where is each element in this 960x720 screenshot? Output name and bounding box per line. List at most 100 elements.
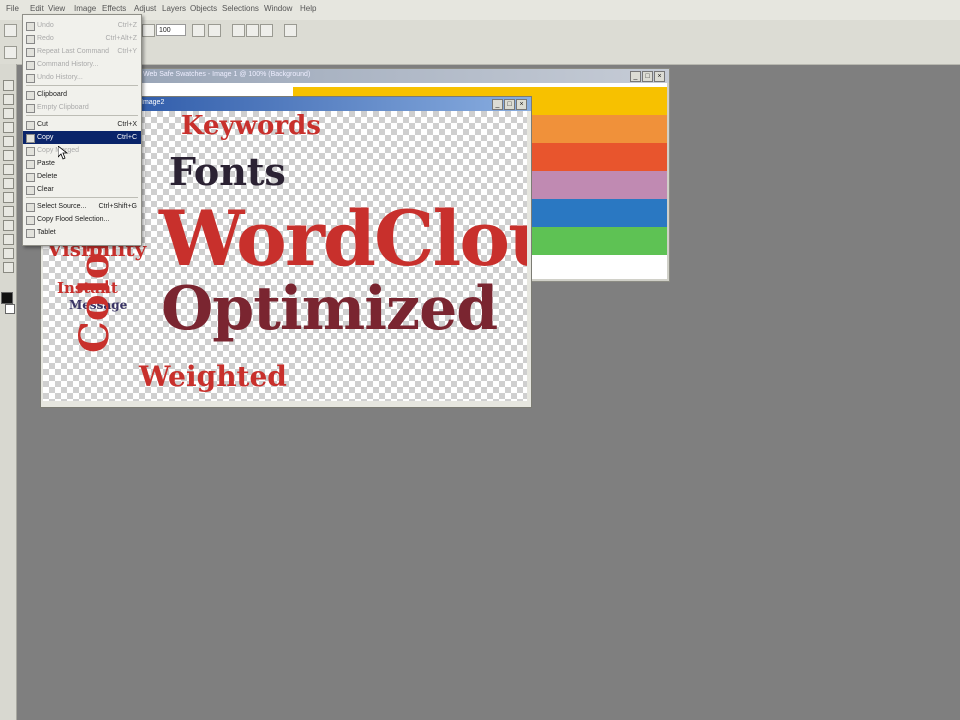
script-icon[interactable] — [284, 24, 297, 37]
menu-item-undo[interactable]: Undo Ctrl+Z — [23, 19, 141, 32]
menu-item-label: Redo — [37, 35, 54, 42]
toolbar: 100 — [0, 20, 960, 65]
menu-file[interactable]: File — [6, 4, 19, 13]
menu-item-clear[interactable]: Clear — [23, 183, 141, 196]
menu-item-delete[interactable]: Delete — [23, 170, 141, 183]
menu-item-shortcut: Ctrl+X — [117, 121, 137, 128]
menu-item-copy[interactable]: Copy Ctrl+C — [23, 131, 141, 144]
menu-item-redo[interactable]: Redo Ctrl+Alt+Z — [23, 32, 141, 45]
grid-icon[interactable] — [232, 24, 245, 37]
menu-item-icon — [26, 147, 35, 156]
new-icon[interactable] — [4, 24, 17, 37]
menu-item-icon — [26, 134, 35, 143]
menu-item-label: Empty Clipboard — [37, 104, 89, 111]
menu-separator — [26, 197, 138, 198]
close-icon[interactable]: × — [516, 99, 527, 110]
tools-palette — [0, 64, 17, 720]
snap-icon[interactable] — [260, 24, 273, 37]
menu-separator — [26, 115, 138, 116]
menu-item-copy-flood-selection[interactable]: Copy Flood Selection... — [23, 213, 141, 226]
word-optimized: Optimized — [161, 274, 498, 344]
menu-item-icon — [26, 74, 35, 83]
menu-edit[interactable]: Edit — [30, 4, 44, 13]
menu-adjust[interactable]: Adjust — [134, 4, 156, 13]
menu-item-label: Tablet — [37, 229, 56, 236]
menu-item-label: Paste — [37, 160, 55, 167]
menu-item-icon — [26, 229, 35, 238]
menu-item-icon — [26, 216, 35, 225]
menu-window[interactable]: Window — [264, 4, 292, 13]
word-wordcloud: WordCloud — [159, 194, 527, 283]
airbrush-tool-icon[interactable] — [3, 262, 14, 273]
zoom-field[interactable]: 100 — [156, 24, 186, 36]
text-tool-icon[interactable] — [3, 206, 14, 217]
picture-tube-icon[interactable] — [3, 248, 14, 259]
window-title: Image2 — [141, 99, 165, 106]
background-color-swatch[interactable] — [5, 304, 15, 314]
menu-item-label: Select Source... — [37, 203, 87, 210]
menu-item-undo-history[interactable]: Undo History... — [23, 71, 141, 84]
menu-item-copy-merged[interactable]: Copy Merged — [23, 144, 141, 157]
menu-item-shortcut: Ctrl+Shift+G — [98, 203, 137, 210]
maximize-icon[interactable]: □ — [504, 99, 515, 110]
menu-item-shortcut: Ctrl+Z — [117, 22, 137, 29]
clone-tool-icon[interactable] — [3, 164, 14, 175]
fill-tool-icon[interactable] — [3, 192, 14, 203]
menu-item-empty-clipboard[interactable]: Empty Clipboard — [23, 101, 141, 114]
menu-item-label: Copy Flood Selection... — [37, 216, 110, 223]
window-titlebar[interactable]: Web Safe Swatches - Image 1 @ 100% (Back… — [137, 69, 669, 83]
menu-item-label: Command History... — [37, 61, 99, 68]
paintbrush-tool-icon[interactable] — [3, 150, 14, 161]
menu-item-select-source[interactable]: Select Source... Ctrl+Shift+G — [23, 200, 141, 213]
menu-separator — [26, 85, 138, 86]
menu-item-icon — [26, 35, 35, 44]
zoom-tool-icon[interactable] — [3, 94, 14, 105]
maximize-icon[interactable]: □ — [642, 71, 653, 82]
menu-item-icon — [26, 22, 35, 31]
minimize-icon[interactable]: _ — [630, 71, 641, 82]
deform-tool-icon[interactable] — [3, 108, 14, 119]
minimize-icon[interactable]: _ — [492, 99, 503, 110]
shape-tool-icon[interactable] — [3, 220, 14, 231]
menu-item-label: Clear — [37, 186, 54, 193]
menu-item-icon — [26, 48, 35, 57]
menu-item-label: Clipboard — [37, 91, 67, 98]
selection-tool-icon[interactable] — [3, 122, 14, 133]
pan-tool-icon[interactable] — [3, 80, 14, 91]
menu-bar: File Edit View Image Effects Adjust Laye… — [0, 0, 960, 21]
draw-tool-icon[interactable] — [3, 234, 14, 245]
guides-icon[interactable] — [246, 24, 259, 37]
menu-item-icon — [26, 186, 35, 195]
menu-item-tablet[interactable]: Tablet — [23, 226, 141, 239]
menu-selections[interactable]: Selections — [222, 4, 259, 13]
word-weighted: Weighted — [139, 360, 287, 393]
menu-effects[interactable]: Effects — [102, 4, 126, 13]
foreground-color-swatch[interactable] — [1, 292, 13, 304]
zoom-out-icon[interactable] — [208, 24, 221, 37]
resize-icon[interactable] — [142, 24, 155, 37]
menu-item-label: Repeat Last Command — [37, 48, 109, 55]
menu-item-icon — [26, 121, 35, 130]
menu-item-label: Cut — [37, 121, 48, 128]
menu-item-icon — [26, 173, 35, 182]
menu-item-shortcut: Ctrl+Alt+Z — [105, 35, 137, 42]
menu-item-clipboard[interactable]: Clipboard — [23, 88, 141, 101]
menu-item-cut[interactable]: Cut Ctrl+X — [23, 118, 141, 131]
menu-item-paste[interactable]: Paste — [23, 157, 141, 170]
menu-help[interactable]: Help — [300, 4, 316, 13]
menu-objects[interactable]: Objects — [190, 4, 217, 13]
menu-item-label: Undo — [37, 22, 54, 29]
mouse-cursor-icon — [58, 146, 68, 160]
menu-image[interactable]: Image — [74, 4, 96, 13]
tool-options-icon[interactable] — [4, 46, 17, 59]
menu-view[interactable]: View — [48, 4, 65, 13]
menu-item-repeat-last-command[interactable]: Repeat Last Command Ctrl+Y — [23, 45, 141, 58]
close-icon[interactable]: × — [654, 71, 665, 82]
eraser-tool-icon[interactable] — [3, 178, 14, 189]
menu-layers[interactable]: Layers — [162, 4, 186, 13]
menu-item-label: Copy — [37, 134, 54, 141]
menu-item-command-history[interactable]: Command History... — [23, 58, 141, 71]
menu-item-icon — [26, 160, 35, 169]
zoom-in-icon[interactable] — [192, 24, 205, 37]
dropper-tool-icon[interactable] — [3, 136, 14, 147]
